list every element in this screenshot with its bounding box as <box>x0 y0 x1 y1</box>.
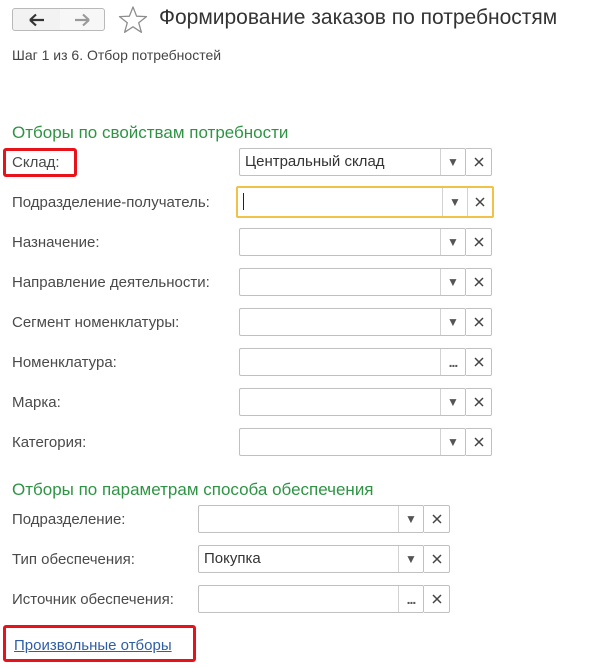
ellipsis-icon[interactable]: ... <box>440 349 465 375</box>
dropdown-icon[interactable]: ▼ <box>440 429 465 455</box>
item-segment-field[interactable]: ▼ <box>239 308 466 336</box>
section-title-supply-parameters: Отборы по параметрам способа обеспечения <box>12 480 374 499</box>
custom-filters-link[interactable]: Произвольные отборы <box>14 637 172 654</box>
department-clear-button[interactable] <box>424 505 450 533</box>
activity-direction-field[interactable]: ▼ <box>239 268 466 296</box>
dropdown-icon[interactable]: ▼ <box>440 149 465 175</box>
close-icon <box>473 277 484 287</box>
close-icon <box>473 237 484 247</box>
supply-source-label: Источник обеспечения: <box>12 591 174 608</box>
item-value[interactable] <box>240 349 440 375</box>
activity-direction-value[interactable] <box>240 269 440 295</box>
dropdown-icon[interactable]: ▼ <box>440 269 465 295</box>
purpose-label: Назначение: <box>12 234 100 251</box>
purpose-field[interactable]: ▼ <box>239 228 466 256</box>
close-icon <box>473 397 484 407</box>
page-title: Формирование заказов по потребностям <box>159 6 558 29</box>
category-value[interactable] <box>240 429 440 455</box>
arrow-left-icon <box>28 13 44 26</box>
item-clear-button[interactable] <box>466 348 492 376</box>
dropdown-icon[interactable]: ▼ <box>442 188 467 216</box>
brand-clear-button[interactable] <box>466 388 492 416</box>
category-field[interactable]: ▼ <box>239 428 466 456</box>
department-value[interactable] <box>199 506 398 532</box>
receiver-department-field[interactable]: ▼ <box>236 186 494 218</box>
item-label: Номенклатура: <box>12 354 117 371</box>
supply-source-field[interactable]: ... <box>198 585 424 613</box>
supply-type-clear-button[interactable] <box>424 545 450 573</box>
close-icon <box>473 317 484 327</box>
item-field[interactable]: ... <box>239 348 466 376</box>
warehouse-field[interactable]: Центральный склад ▼ <box>239 148 466 176</box>
receiver-department-value[interactable] <box>238 188 442 216</box>
brand-field[interactable]: ▼ <box>239 388 466 416</box>
dropdown-icon[interactable]: ▼ <box>440 229 465 255</box>
brand-value[interactable] <box>240 389 440 415</box>
dropdown-icon[interactable]: ▼ <box>398 506 423 532</box>
ellipsis-icon[interactable]: ... <box>398 586 423 612</box>
item-segment-label: Сегмент номенклатуры: <box>12 314 180 331</box>
warehouse-value[interactable]: Центральный склад <box>240 149 440 175</box>
back-button[interactable] <box>12 8 61 31</box>
close-icon <box>473 357 484 367</box>
close-icon <box>473 157 484 167</box>
activity-direction-label: Направление деятельности: <box>12 274 210 291</box>
dropdown-icon[interactable]: ▼ <box>440 389 465 415</box>
close-icon <box>475 197 485 207</box>
arrow-right-icon <box>75 13 90 26</box>
text-caret <box>243 192 244 210</box>
close-icon <box>473 437 484 447</box>
close-icon <box>431 514 442 524</box>
department-label: Подразделение: <box>12 511 126 528</box>
purpose-value[interactable] <box>240 229 440 255</box>
item-segment-clear-button[interactable] <box>466 308 492 336</box>
warehouse-clear-button[interactable] <box>466 148 492 176</box>
forward-button[interactable] <box>60 8 105 31</box>
supply-source-clear-button[interactable] <box>424 585 450 613</box>
category-clear-button[interactable] <box>466 428 492 456</box>
dropdown-icon[interactable]: ▼ <box>398 546 423 572</box>
receiver-department-clear-button[interactable] <box>467 188 492 216</box>
category-label: Категория: <box>12 434 87 451</box>
purpose-clear-button[interactable] <box>466 228 492 256</box>
supply-type-value[interactable]: Покупка <box>199 546 398 572</box>
supply-source-value[interactable] <box>199 586 398 612</box>
item-segment-value[interactable] <box>240 309 440 335</box>
warehouse-highlight <box>3 148 77 177</box>
close-icon <box>431 554 442 564</box>
activity-direction-clear-button[interactable] <box>466 268 492 296</box>
supply-type-label: Тип обеспечения: <box>12 551 135 568</box>
close-icon <box>431 594 442 604</box>
star-icon[interactable] <box>117 5 149 35</box>
dropdown-icon[interactable]: ▼ <box>440 309 465 335</box>
receiver-department-label: Подразделение-получатель: <box>12 194 210 211</box>
step-indicator: Шаг 1 из 6. Отбор потребностей <box>12 47 222 63</box>
section-title-need-properties: Отборы по свойствам потребности <box>12 123 289 142</box>
department-field[interactable]: ▼ <box>198 505 424 533</box>
supply-type-field[interactable]: Покупка ▼ <box>198 545 424 573</box>
brand-label: Марка: <box>12 394 61 411</box>
